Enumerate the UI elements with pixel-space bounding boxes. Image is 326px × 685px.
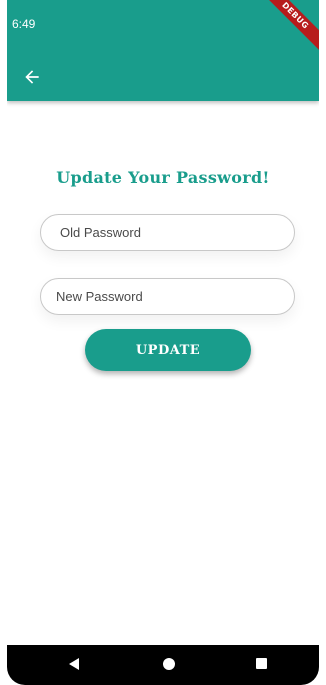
old-password-field[interactable] — [40, 214, 295, 251]
phone-screen: 6:49 DEBUG Update Your Password! UPDATE — [7, 0, 319, 685]
arrow-left-icon[interactable] — [22, 67, 42, 87]
debug-banner: DEBUG — [257, 0, 319, 54]
new-password-field[interactable] — [40, 278, 295, 315]
page-title: Update Your Password! — [56, 168, 270, 187]
triangle-back-icon[interactable] — [69, 658, 79, 670]
update-button[interactable]: UPDATE — [85, 329, 251, 371]
app-bar: 6:49 DEBUG — [7, 0, 319, 101]
circle-home-icon[interactable] — [163, 658, 175, 670]
square-recents-icon[interactable] — [256, 658, 267, 669]
status-time: 6:49 — [12, 17, 36, 31]
system-nav-bar — [7, 645, 319, 685]
